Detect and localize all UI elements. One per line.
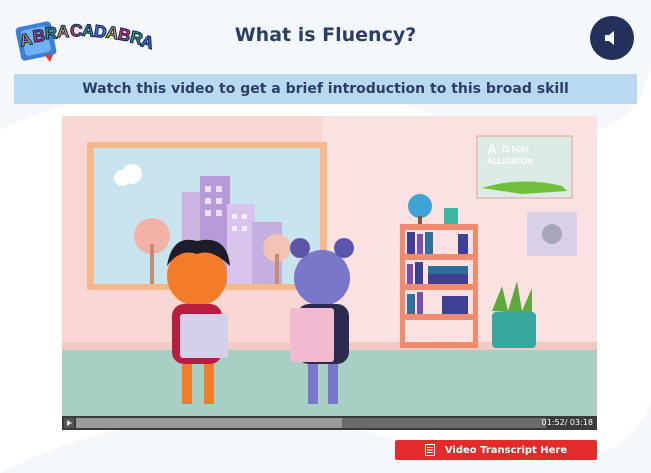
page-title: What is Fluency?: [234, 24, 417, 46]
play-icon: [67, 420, 72, 426]
video-frame: A IS FOR ALLIGATOR: [62, 116, 597, 416]
video-transcript-label: Video Transcript Here: [444, 444, 568, 456]
a-poster-title: A: [487, 141, 497, 157]
play-button[interactable]: [64, 418, 74, 428]
instruction-banner: Watch this video to get a brief introduc…: [14, 74, 637, 104]
progress-fill: [76, 418, 342, 428]
progress-bar[interactable]: [76, 418, 546, 428]
video-controls: 01:52/ 03:18: [62, 416, 597, 430]
document-icon: [424, 444, 435, 456]
a-poster-word: ALLIGATOR: [487, 157, 533, 166]
video-time: 01:52/ 03:18: [541, 418, 593, 427]
speaker-icon: [605, 31, 614, 45]
video-transcript-button[interactable]: Video Transcript Here: [395, 440, 597, 460]
audio-button[interactable]: [590, 16, 634, 60]
video-player[interactable]: A IS FOR ALLIGATOR: [62, 116, 597, 416]
instruction-text: Watch this video to get a brief introduc…: [82, 81, 569, 97]
a-poster-subtitle: IS FOR: [502, 145, 529, 154]
